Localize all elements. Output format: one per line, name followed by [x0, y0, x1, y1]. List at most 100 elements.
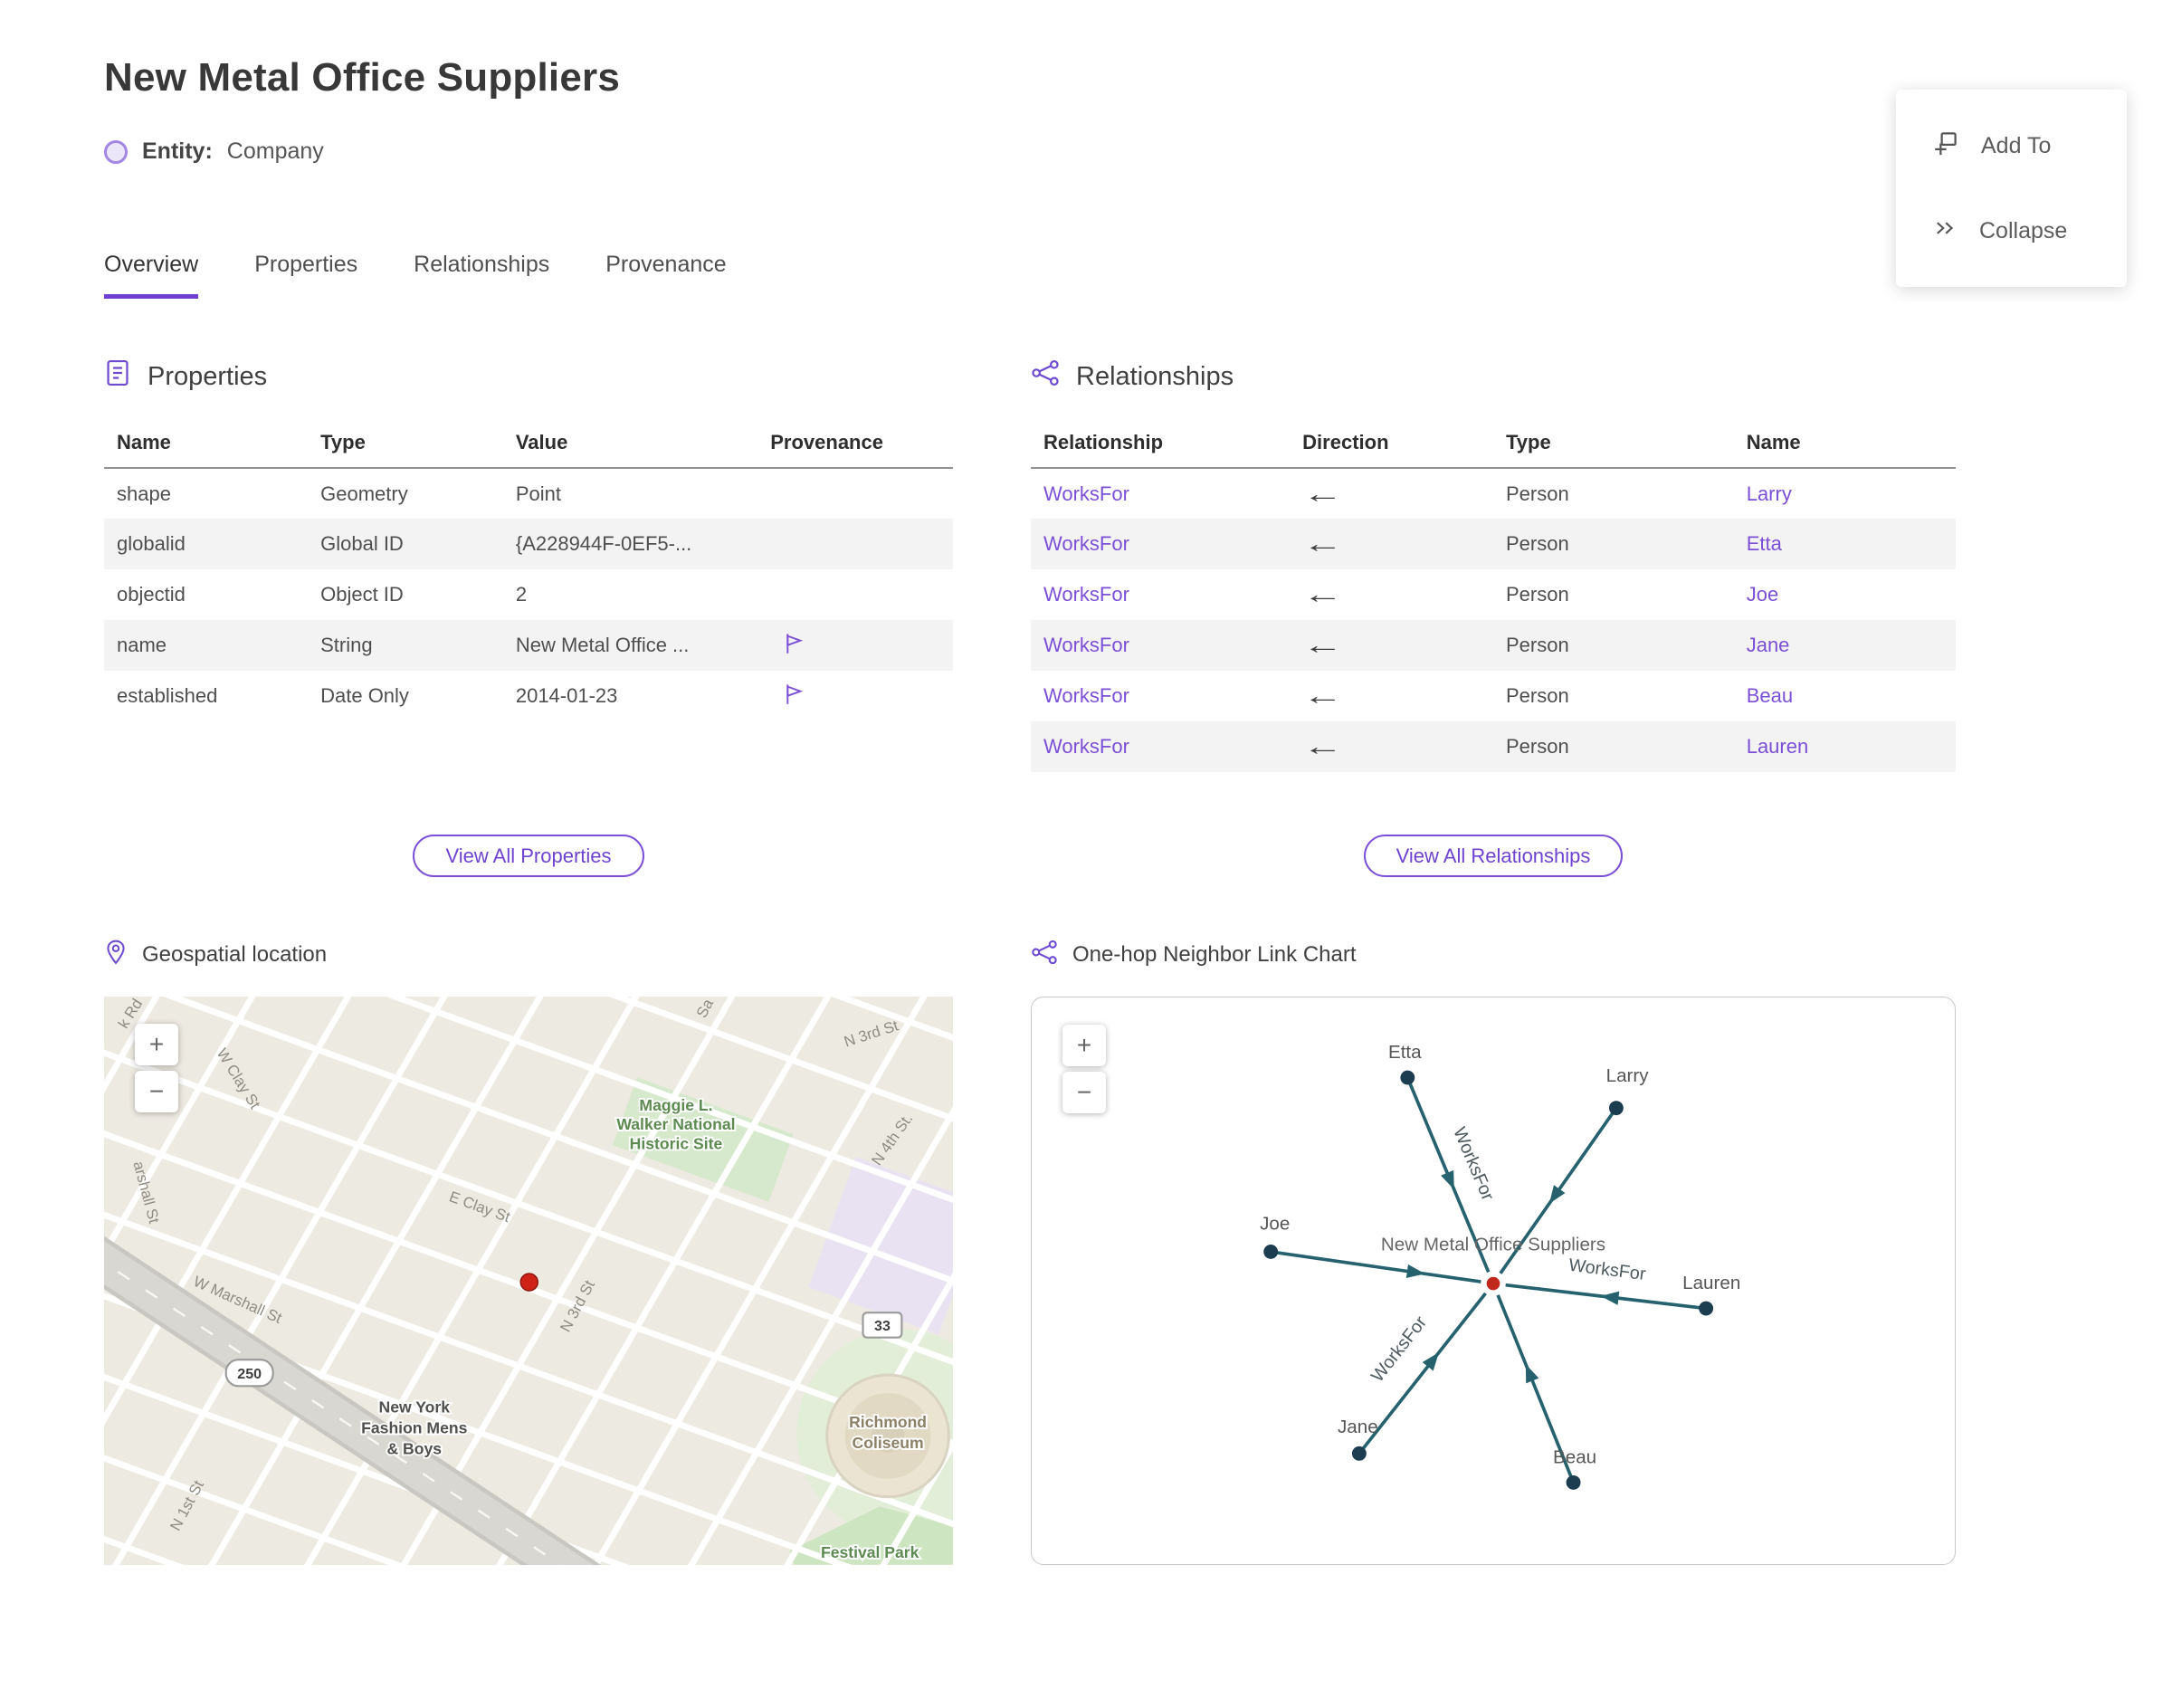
col-relationship: Relationship	[1031, 422, 1291, 469]
prop-type: Global ID	[308, 519, 503, 569]
content-grid: Properties Name Type Value Provenance sh…	[104, 355, 2172, 1565]
svg-text:Walker National: Walker National	[616, 1115, 735, 1133]
property-row: name String New Metal Office ...	[104, 620, 953, 671]
col-provenance: Provenance	[757, 422, 953, 469]
entity-type-icon	[104, 139, 128, 164]
relationship-type: Person	[1492, 721, 1734, 772]
entity-link[interactable]: Larry	[1747, 482, 1792, 505]
chart-zoom-out-button[interactable]: −	[1062, 1072, 1106, 1113]
map-zoom-out-button[interactable]: −	[135, 1071, 178, 1112]
map-svg: 250 33 k Rd W Clay St arshall St W Marsh…	[104, 997, 953, 1565]
map-zoom-in-button[interactable]: +	[135, 1024, 178, 1065]
property-row: established Date Only 2014-01-23	[104, 671, 953, 721]
view-all-relationships-button[interactable]: View All Relationships	[1363, 835, 1624, 877]
entity-link[interactable]: Joe	[1747, 583, 1778, 606]
prop-provenance	[757, 468, 953, 519]
tab-properties[interactable]: Properties	[254, 252, 357, 299]
svg-text:Etta: Etta	[1388, 1042, 1422, 1063]
relationship-link[interactable]: WorksFor	[1043, 634, 1129, 656]
svg-text:Richmond: Richmond	[849, 1413, 927, 1431]
relationship-link[interactable]: WorksFor	[1043, 684, 1129, 707]
relationships-icon	[1031, 359, 1060, 394]
relationship-link[interactable]: WorksFor	[1043, 532, 1129, 555]
relationship-link[interactable]: WorksFor	[1043, 583, 1129, 606]
link-chart-svg: WorksForWorksForWorksForEttaLarryJoeLaur…	[1260, 1042, 1740, 1490]
relationship-link[interactable]: WorksFor	[1043, 735, 1129, 758]
relationship-row: WorksFor ← Person Beau	[1031, 671, 1956, 721]
tab-bar: Overview Properties Relationships Proven…	[104, 252, 2172, 299]
relationship-type: Person	[1492, 620, 1734, 671]
route-shield-33: 33	[862, 1312, 903, 1339]
map-pin-icon	[104, 939, 128, 972]
entity-value: Company	[226, 138, 324, 164]
right-column: Relationships Relationship Direction Typ…	[1031, 355, 1956, 1565]
relationship-row: WorksFor ← Person Lauren	[1031, 721, 1956, 772]
prop-name: shape	[117, 482, 171, 505]
relationships-section-title: Relationships	[1031, 355, 1956, 398]
col-type: Type	[1492, 422, 1734, 469]
entity-link[interactable]: Jane	[1747, 634, 1790, 656]
prop-provenance	[757, 569, 953, 620]
poi-label-festival-park: Festival Park	[821, 1543, 919, 1561]
link-chart-icon	[1031, 940, 1058, 971]
direction-arrow-icon: ←	[1302, 631, 1343, 659]
entity-link[interactable]: Lauren	[1747, 735, 1809, 758]
svg-text:250: 250	[237, 1366, 262, 1382]
col-entity-name: Name	[1733, 422, 1956, 469]
relationship-row: WorksFor ← Person Joe	[1031, 569, 1956, 620]
properties-title-text: Properties	[148, 361, 268, 391]
prop-name: objectid	[117, 583, 186, 606]
relationship-link[interactable]: WorksFor	[1043, 482, 1129, 505]
entity-label: Entity:	[142, 138, 213, 164]
svg-text:New York: New York	[379, 1398, 451, 1416]
relationship-row: WorksFor ← Person Etta	[1031, 519, 1956, 569]
col-type: Type	[308, 422, 503, 469]
direction-arrow-icon: ←	[1302, 580, 1343, 608]
prop-value: 2014-01-23	[515, 684, 618, 707]
svg-text:Maggie L.: Maggie L.	[639, 1096, 712, 1114]
prop-value: New Metal Office ...	[502, 620, 758, 671]
map-zoom-control: + −	[135, 1024, 178, 1112]
prop-name: globalid	[104, 519, 309, 569]
route-shield-250: 250	[224, 1359, 274, 1388]
prop-name: established	[117, 684, 218, 707]
tab-relationships[interactable]: Relationships	[414, 252, 549, 299]
properties-section-title: Properties	[104, 355, 953, 398]
svg-text:Coliseum: Coliseum	[853, 1434, 924, 1452]
page-title: New Metal Office Suppliers	[104, 55, 621, 100]
prop-type: Geometry	[320, 482, 408, 505]
entity-page: Add To Collapse New Metal Office Supplie…	[0, 55, 2172, 1708]
collapse-button[interactable]: Collapse	[1932, 215, 2127, 247]
col-name: Name	[104, 422, 309, 469]
svg-text:33: 33	[874, 1318, 891, 1334]
view-all-properties-button[interactable]: View All Properties	[413, 835, 644, 877]
relationship-row: WorksFor ← Person Jane	[1031, 620, 1956, 671]
chart-zoom-control: + −	[1062, 1025, 1106, 1113]
prop-type: Object ID	[320, 583, 404, 606]
relationship-row: WorksFor ← Person Larry	[1031, 468, 1956, 519]
entity-row: Entity: Company	[104, 138, 2172, 165]
tab-overview[interactable]: Overview	[104, 252, 199, 299]
prop-type: String	[308, 620, 503, 671]
link-chart-canvas[interactable]: WorksFor WorksFor WorksFor Etta Larry Joe Laur…	[1031, 997, 1956, 1565]
col-direction: Direction	[1290, 422, 1493, 469]
add-to-button[interactable]: Add To	[1932, 129, 2127, 163]
provenance-flag-icon[interactable]	[781, 683, 805, 711]
prop-provenance	[757, 519, 953, 569]
direction-arrow-icon: ←	[1302, 530, 1343, 558]
relationship-type: Person	[1505, 684, 1569, 707]
provenance-flag-icon[interactable]	[781, 633, 805, 660]
map-canvas[interactable]: 250 33 k Rd W Clay St arshall St W Marsh…	[104, 997, 953, 1565]
entity-link[interactable]: Beau	[1747, 684, 1793, 707]
relationship-type: Person	[1505, 583, 1569, 606]
geospatial-title-text: Geospatial location	[142, 942, 328, 967]
prop-value: 2	[515, 583, 528, 606]
relationships-title-text: Relationships	[1076, 361, 1234, 391]
svg-text:Lauren: Lauren	[1682, 1273, 1740, 1293]
chevrons-right-icon	[1932, 215, 1958, 247]
prop-provenance	[757, 671, 953, 721]
tab-provenance[interactable]: Provenance	[605, 252, 726, 299]
entity-link[interactable]: Etta	[1747, 532, 1782, 555]
location-marker	[519, 1273, 539, 1292]
chart-zoom-in-button[interactable]: +	[1062, 1025, 1106, 1066]
